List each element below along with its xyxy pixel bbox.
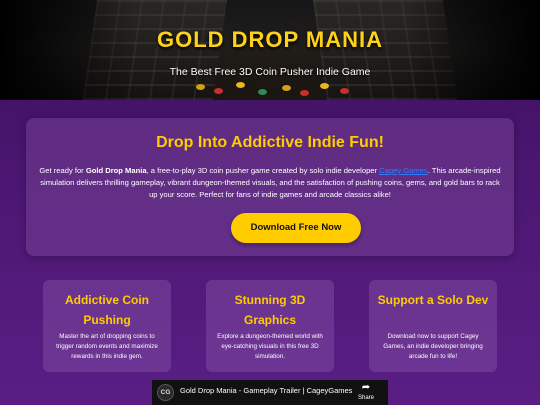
intro-text-start: Get ready for (39, 166, 86, 175)
coin-pile (0, 76, 540, 98)
coin (300, 90, 309, 96)
intro-heading: Drop Into Addictive Indie Fun! (156, 134, 384, 151)
coin (236, 82, 245, 88)
hero-banner: GOLD DROP MANIA The Best Free 3D Coin Pu… (0, 0, 540, 100)
coin (214, 88, 223, 94)
coin (282, 85, 291, 91)
page-subtitle: The Best Free 3D Coin Pusher Indie Game (169, 66, 371, 78)
share-arrow-icon: ➦ (361, 382, 371, 393)
feature-title: Support a Solo Dev (377, 293, 489, 307)
game-name: Gold Drop Mania (85, 166, 147, 175)
feature-text: Explore a dungeon-themed world with eye-… (217, 333, 323, 360)
share-button[interactable]: ➦ Share (354, 382, 378, 402)
video-embed[interactable]: CG Gold Drop Mania - Gameplay Trailer | … (152, 380, 388, 405)
feature-card-graphics: Stunning 3D Graphics Explore a dungeon-t… (206, 280, 334, 372)
feature-text: Master the art of dropping coins to trig… (56, 333, 158, 360)
feature-text: Download now to support Cagey Games, an … (383, 333, 483, 360)
feature-title: Stunning 3D Graphics (234, 293, 306, 327)
coin (340, 88, 349, 94)
video-title[interactable]: Gold Drop Mania - Gameplay Trailer | Cag… (180, 386, 352, 395)
share-label: Share (357, 395, 374, 401)
coin (196, 84, 205, 90)
developer-link[interactable]: Cagey Games (379, 166, 428, 175)
intro-text: Get ready for Gold Drop Mania, a free-to… (38, 165, 502, 201)
coin (320, 83, 329, 89)
channel-avatar[interactable]: CG (157, 384, 174, 401)
feature-card-coin-pushing: Addictive Coin Pushing Master the art of… (43, 280, 171, 372)
feature-title: Addictive Coin Pushing (64, 293, 149, 327)
download-button[interactable]: Download Free Now (231, 213, 361, 243)
page-title: GOLD DROP MANIA (156, 27, 384, 52)
feature-card-support-dev: Support a Solo Dev Download now to suppo… (369, 280, 497, 372)
intro-text-middle: , a free-to-play 3D coin pusher game cre… (146, 166, 380, 175)
intro-card: Drop Into Addictive Indie Fun! Get ready… (26, 118, 514, 256)
coin (258, 89, 267, 95)
